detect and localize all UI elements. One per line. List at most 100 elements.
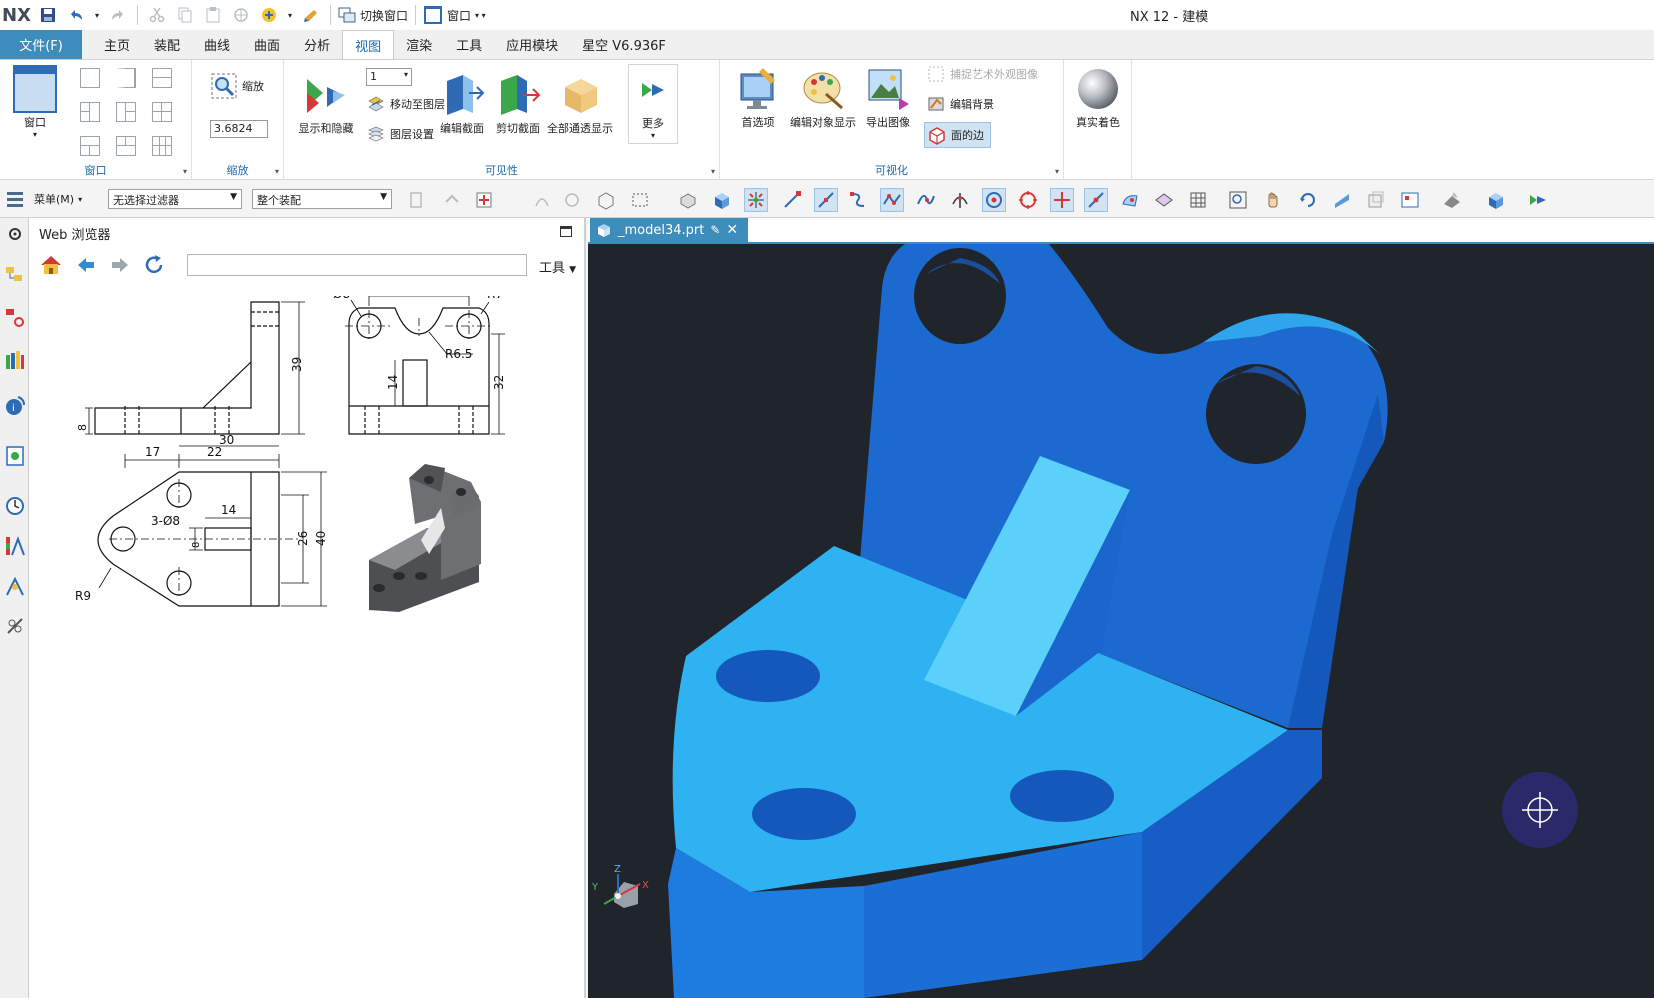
perspective-icon[interactable] bbox=[1330, 188, 1354, 212]
tab-xingkong[interactable]: 星空 V6.936F bbox=[570, 30, 678, 59]
pan-icon[interactable] bbox=[1262, 188, 1286, 212]
clip-section-button[interactable]: 剪切截面 bbox=[490, 70, 546, 136]
visual-icon[interactable] bbox=[257, 3, 281, 27]
back-arrow-icon[interactable] bbox=[75, 254, 97, 276]
group-dropdown-icon[interactable]: ▾ bbox=[1055, 167, 1059, 176]
maximize-icon[interactable] bbox=[560, 226, 572, 237]
work-layer-select[interactable]: 1 ▾ bbox=[366, 68, 412, 86]
constraint-navigator-icon[interactable] bbox=[3, 306, 27, 330]
fit-view-icon[interactable] bbox=[1226, 188, 1250, 212]
mid-point-icon[interactable] bbox=[814, 188, 838, 212]
copy-icon[interactable] bbox=[173, 3, 197, 27]
true-shading-button[interactable]: 真实着色 bbox=[1070, 64, 1126, 130]
existing-point-icon[interactable] bbox=[1050, 188, 1074, 212]
type-filter-select[interactable]: 无选择过滤器 ▼ bbox=[108, 189, 242, 209]
tab-analysis[interactable]: 分析 bbox=[292, 30, 342, 59]
general-selection-icon[interactable] bbox=[404, 188, 428, 212]
tab-assembly[interactable]: 装配 bbox=[142, 30, 192, 59]
web-browser-icon[interactable] bbox=[3, 444, 27, 468]
spline-defining-point-icon[interactable] bbox=[880, 188, 904, 212]
arc-center-icon[interactable] bbox=[982, 188, 1006, 212]
selection-scope-select[interactable]: 整个装配 ▼ bbox=[252, 189, 392, 209]
layout-six-icon[interactable] bbox=[152, 136, 172, 156]
select-features-icon[interactable] bbox=[560, 188, 584, 212]
bounded-grid-icon[interactable] bbox=[1152, 188, 1176, 212]
select-body-icon[interactable] bbox=[594, 188, 618, 212]
grid-icon[interactable] bbox=[1186, 188, 1210, 212]
edit-object-display-button[interactable]: 编辑对象显示 bbox=[786, 64, 860, 130]
undo-icon[interactable] bbox=[64, 3, 88, 27]
group-dropdown-icon[interactable]: ▾ bbox=[183, 167, 187, 176]
assembly-navigator-icon[interactable] bbox=[3, 264, 27, 288]
information-icon[interactable]: i bbox=[3, 394, 27, 418]
select-face-icon[interactable] bbox=[676, 188, 700, 212]
save-icon[interactable] bbox=[36, 3, 60, 27]
layout-two-vertical-icon[interactable] bbox=[116, 68, 136, 88]
tools-menu-button[interactable]: 工具 ▼ bbox=[539, 257, 576, 276]
layout-three-left-icon[interactable] bbox=[80, 102, 100, 122]
end-point-icon[interactable] bbox=[780, 188, 804, 212]
url-input[interactable] bbox=[187, 254, 527, 276]
history-icon[interactable] bbox=[3, 494, 27, 518]
face-edges-toggle[interactable]: 面的边 bbox=[924, 122, 991, 148]
shaded-view-icon[interactable] bbox=[1484, 188, 1508, 212]
edit-icon[interactable]: ✎ bbox=[710, 223, 720, 237]
edit-section-button[interactable]: 编辑截面 bbox=[434, 70, 490, 136]
orient-view-icon[interactable] bbox=[1364, 188, 1388, 212]
snap-icon[interactable] bbox=[440, 188, 464, 212]
menu-button[interactable]: 菜单(M) ▾ bbox=[6, 188, 82, 210]
add-point-icon[interactable] bbox=[472, 188, 496, 212]
rendering-style-icon[interactable] bbox=[1440, 188, 1464, 212]
capture-art-image-button[interactable]: 捕捉艺术外观图像 bbox=[926, 64, 1038, 84]
rectangle-select-icon[interactable] bbox=[628, 188, 652, 212]
point-on-face-icon[interactable] bbox=[1118, 188, 1142, 212]
crosshair-cursor-icon[interactable] bbox=[1502, 772, 1578, 848]
refresh-icon[interactable] bbox=[143, 254, 165, 276]
settings-icon[interactable] bbox=[3, 222, 27, 246]
edit-background-button[interactable]: 编辑背景 bbox=[926, 94, 994, 114]
point-on-spline-icon[interactable] bbox=[914, 188, 938, 212]
switch-window-button[interactable]: 切换窗口 bbox=[338, 7, 408, 24]
layout-three-right-icon[interactable] bbox=[116, 102, 136, 122]
export-image-button[interactable]: 导出图像 bbox=[860, 64, 916, 130]
show-hide-toolbar-icon[interactable] bbox=[1526, 188, 1550, 212]
layout-three-bottom-icon[interactable] bbox=[116, 136, 136, 156]
layout-three-top-icon[interactable] bbox=[80, 136, 100, 156]
point-on-curve-snap-icon[interactable] bbox=[1084, 188, 1108, 212]
tab-curve[interactable]: 曲线 bbox=[192, 30, 242, 59]
tab-view[interactable]: 视图 bbox=[342, 30, 395, 59]
rotate-icon[interactable] bbox=[1296, 188, 1320, 212]
undo-dropdown-icon[interactable]: ▾ bbox=[92, 3, 102, 27]
point-on-curve-icon[interactable] bbox=[530, 188, 554, 212]
window-button[interactable]: 窗口 ▾ bbox=[6, 64, 64, 139]
touch-mode-icon[interactable] bbox=[299, 3, 323, 27]
tab-model34-prt[interactable]: _model34.prt ✎ ✕ bbox=[590, 218, 748, 242]
all-transparent-button[interactable]: 全部通透显示 bbox=[546, 70, 614, 136]
forward-arrow-icon[interactable] bbox=[109, 254, 131, 276]
show-hide-button[interactable]: 显示和隐藏 bbox=[298, 70, 354, 136]
layout-four-icon[interactable] bbox=[152, 102, 172, 122]
system-scenes-icon[interactable] bbox=[3, 614, 27, 638]
graphics-viewport[interactable]: Z X Y bbox=[588, 244, 1654, 998]
intersection-icon[interactable] bbox=[948, 188, 972, 212]
quadrant-point-icon[interactable] bbox=[1016, 188, 1040, 212]
zoom-button[interactable]: 缩放 bbox=[210, 72, 264, 100]
view-layout-icon[interactable] bbox=[1398, 188, 1422, 212]
tab-applications[interactable]: 应用模块 bbox=[494, 30, 570, 59]
close-icon[interactable]: ✕ bbox=[726, 222, 738, 238]
more-button[interactable]: 更多 ▾ bbox=[628, 64, 678, 144]
tab-home[interactable]: 主页 bbox=[92, 30, 142, 59]
tab-render[interactable]: 渲染 bbox=[394, 30, 444, 59]
group-dropdown-icon[interactable]: ▾ bbox=[275, 167, 279, 176]
group-dropdown-icon[interactable]: ▾ bbox=[711, 167, 715, 176]
zoom-scale-field[interactable]: 3.6824 bbox=[210, 120, 268, 138]
control-point-icon[interactable] bbox=[846, 188, 870, 212]
part-navigator-icon[interactable] bbox=[3, 348, 27, 372]
redo-icon[interactable] bbox=[106, 3, 130, 27]
layout-single-icon[interactable] bbox=[80, 68, 100, 88]
cut-icon[interactable] bbox=[145, 3, 169, 27]
snap-enabled-icon[interactable] bbox=[744, 188, 768, 212]
layer-settings-button[interactable]: 图层设置 bbox=[366, 124, 434, 144]
window-menu-button[interactable]: 窗口 ▾ ▾ bbox=[423, 5, 486, 25]
home-icon[interactable] bbox=[39, 254, 63, 276]
